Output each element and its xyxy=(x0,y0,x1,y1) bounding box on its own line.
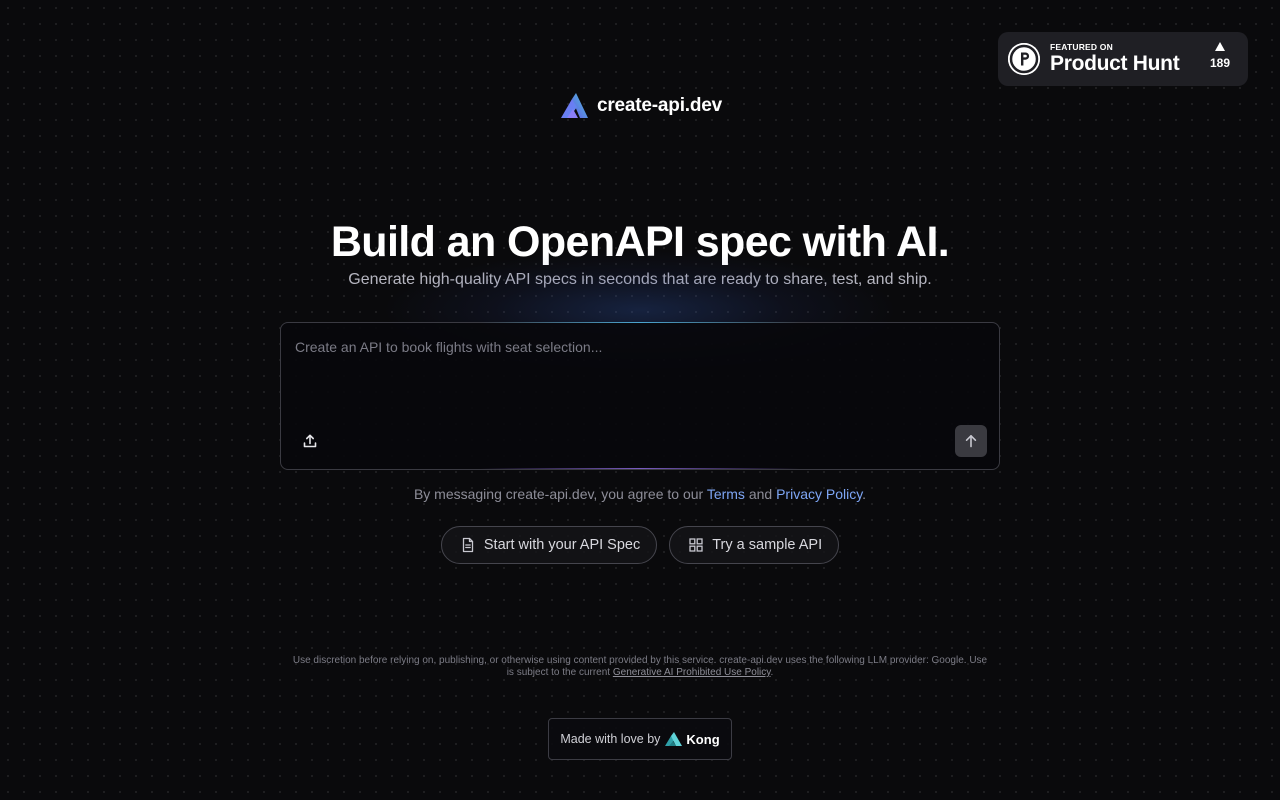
terms-link[interactable]: Terms xyxy=(707,486,745,502)
product-hunt-badge[interactable]: FEATURED ON Product Hunt 189 xyxy=(998,32,1248,86)
consent-text: By messaging create-api.dev, you agree t… xyxy=(0,485,1280,503)
try-sample-api-label: Try a sample API xyxy=(712,537,823,553)
upvote-triangle-icon xyxy=(1214,42,1225,51)
product-hunt-featured-label: FEATURED ON xyxy=(1050,42,1113,52)
made-by-label: Made with love by xyxy=(560,732,661,746)
page-subtitle: Generate high-quality API specs in secon… xyxy=(348,271,932,288)
product-hunt-name: Product Hunt xyxy=(1050,52,1180,75)
upload-icon xyxy=(303,434,317,448)
start-with-spec-label: Start with your API Spec xyxy=(483,537,641,553)
privacy-policy-link[interactable]: Privacy Policy xyxy=(776,486,862,502)
prohibited-use-policy-link[interactable]: Generative AI Prohibited Use Policy xyxy=(613,667,771,678)
prompt-box xyxy=(280,322,1000,470)
consent-and: and xyxy=(744,486,777,502)
upload-button[interactable] xyxy=(299,430,321,452)
arrow-up-icon xyxy=(965,435,977,448)
brand-name: create-api.dev xyxy=(597,95,722,116)
page-title: Build an OpenAPI spec with AI. xyxy=(330,218,950,266)
upvote-counter: 189 xyxy=(1210,42,1230,69)
start-with-spec-button[interactable]: Start with your API Spec xyxy=(440,526,658,564)
prompt-glow-bottom xyxy=(480,468,800,469)
product-hunt-logo-icon xyxy=(1008,43,1040,75)
grid-icon xyxy=(688,537,704,553)
consent-suffix: . xyxy=(862,486,867,502)
kong-logo-icon xyxy=(665,732,683,746)
try-sample-api-button[interactable]: Try a sample API xyxy=(669,526,840,564)
disclaimer-suffix: . xyxy=(770,667,774,678)
made-by-kong-link[interactable]: Made with love by Kong xyxy=(548,718,732,760)
kong-name: Kong xyxy=(686,731,720,747)
send-button[interactable] xyxy=(955,425,987,457)
prompt-glow-top xyxy=(480,322,800,323)
ai-disclaimer: Use discretion before relying on, publis… xyxy=(290,655,990,679)
upvote-count: 189 xyxy=(1209,56,1230,70)
brand-logo[interactable]: create-api.dev xyxy=(558,91,722,121)
page: FEATURED ON Product Hunt 189 create-api.… xyxy=(0,0,1280,800)
prompt-input[interactable] xyxy=(295,337,985,407)
create-api-logo-icon xyxy=(561,93,588,118)
consent-prefix: By messaging create-api.dev, you agree t… xyxy=(413,486,707,502)
quick-actions: Start with your API Spec Try a sample AP… xyxy=(0,526,1280,564)
kong-logo: Kong xyxy=(664,731,720,747)
document-icon xyxy=(460,537,476,553)
